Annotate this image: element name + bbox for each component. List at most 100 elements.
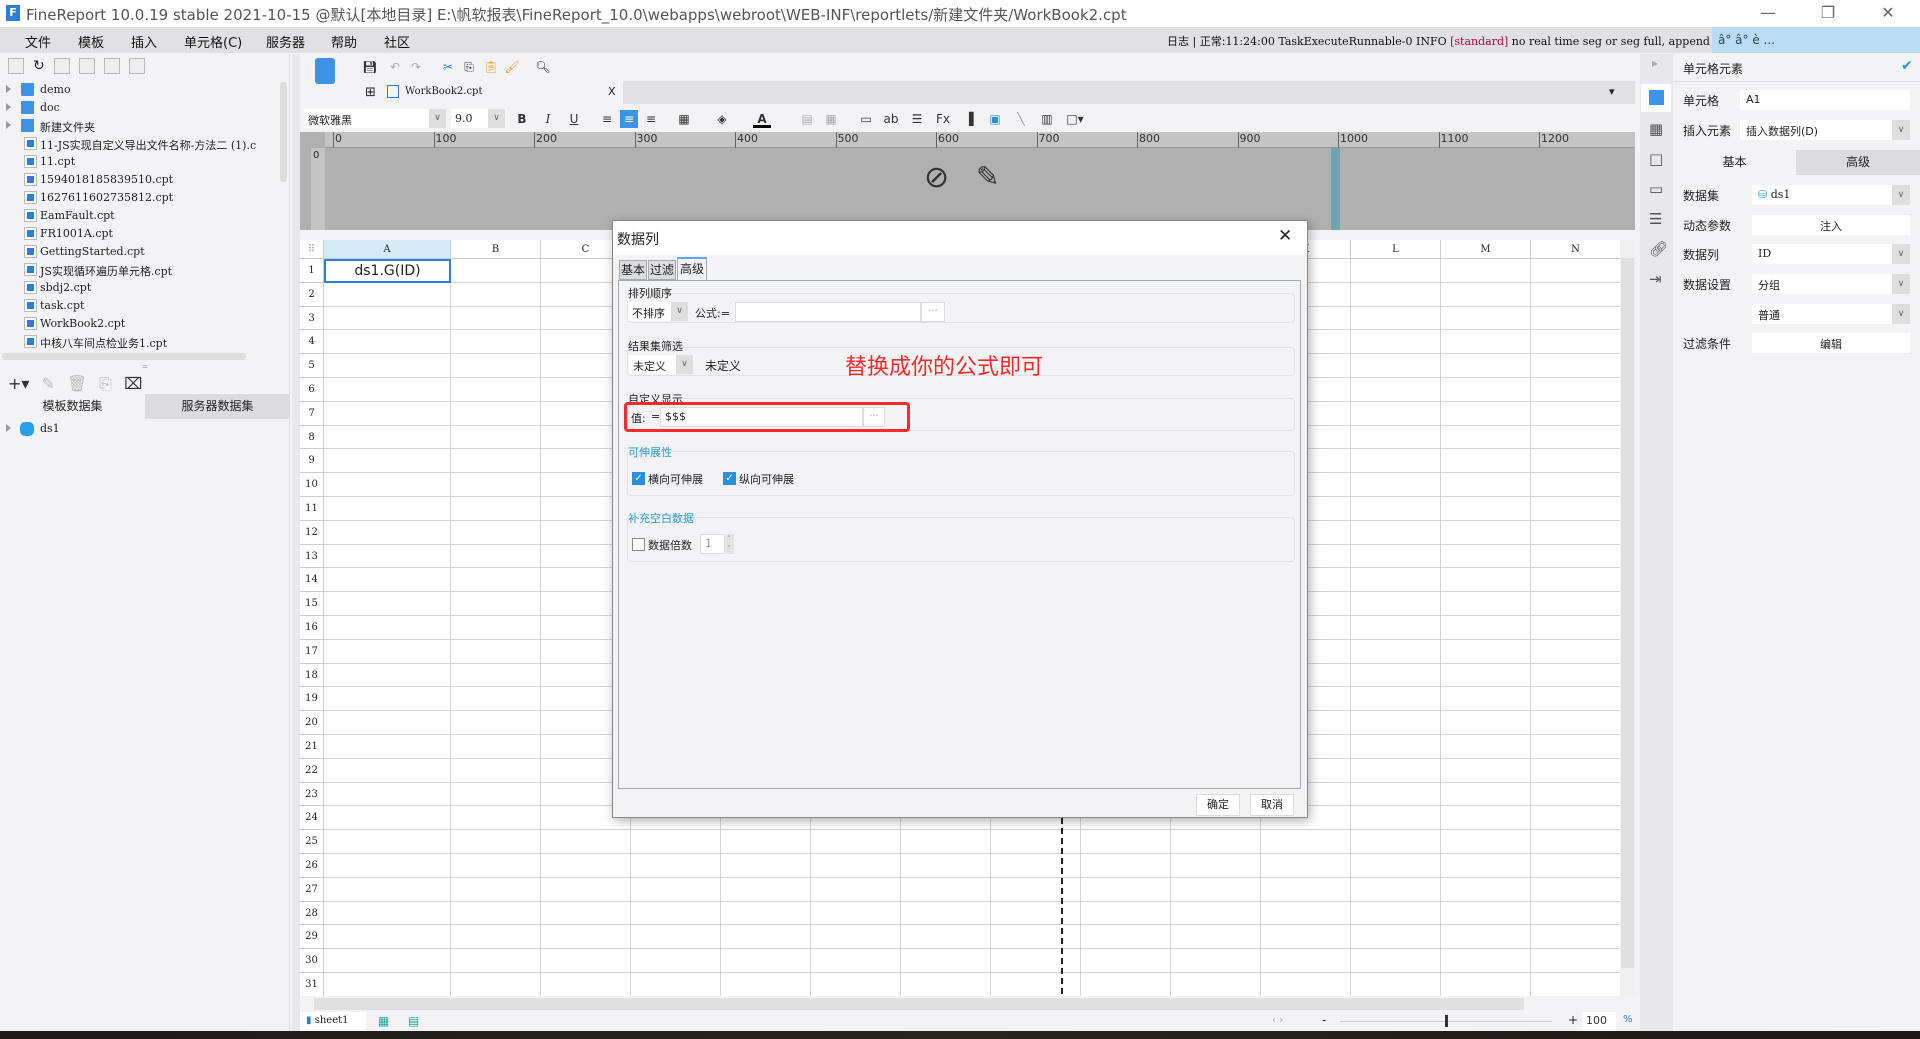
row-header[interactable]: 20 — [300, 711, 324, 735]
zoom-slider-thumb[interactable] — [1445, 1015, 1448, 1027]
preview-icon[interactable]: ⎘ — [99, 374, 112, 394]
row-header[interactable]: 4 — [300, 330, 324, 355]
row-header[interactable]: 12 — [300, 520, 324, 545]
row-header[interactable]: 30 — [300, 949, 324, 973]
designer-mode-icon[interactable] — [315, 58, 335, 84]
hyperlink-icon[interactable]: 🔗︎ — [1649, 240, 1668, 258]
widget-icon[interactable]: ▭ — [1649, 180, 1663, 198]
fill-color-icon[interactable]: ◈ — [713, 110, 731, 128]
tab-server-dataset[interactable]: 服务器数据集 — [145, 394, 290, 419]
add-form-sheet-icon[interactable]: ▤ — [408, 1014, 419, 1028]
add-dataset-icon[interactable]: +▾ — [8, 374, 29, 394]
sort-formula-input[interactable] — [735, 302, 921, 322]
column-header[interactable]: M — [1441, 240, 1531, 259]
tab-basic[interactable]: 基本 — [619, 260, 647, 280]
menu-community[interactable]: 社区 — [384, 32, 410, 51]
formula-icon[interactable]: Fx — [934, 110, 952, 128]
horizontal-expand-checkbox[interactable]: ✓ — [632, 472, 645, 485]
redo-icon[interactable]: ↷ — [407, 58, 425, 76]
edit-icon[interactable]: ✎ — [41, 374, 54, 394]
custom-display-more-button[interactable]: ... — [863, 407, 885, 427]
zoom-input[interactable]: 100 — [1582, 1012, 1616, 1031]
restore-button[interactable]: ❐ — [1808, 2, 1848, 24]
ok-button[interactable]: 确定 — [1196, 794, 1240, 816]
cancel-button[interactable]: 取消 — [1250, 794, 1294, 816]
column-header[interactable]: A — [324, 240, 451, 259]
chart-icon[interactable]: ▐ — [960, 110, 978, 128]
minimize-button[interactable]: — — [1748, 2, 1788, 24]
row-header[interactable]: 19 — [300, 687, 324, 712]
dialog-close-icon[interactable]: ✕ — [1278, 226, 1292, 246]
delete-icon[interactable] — [103, 58, 120, 74]
zoom-in-button[interactable]: + — [1568, 1013, 1578, 1027]
data-setting-mode-select[interactable]: 普通 ∨ — [1752, 304, 1910, 324]
row-header[interactable]: 28 — [300, 901, 324, 926]
bold-icon[interactable]: B — [513, 110, 531, 128]
wrap-icon[interactable]: ☰ — [908, 110, 926, 128]
tree-hscrollbar[interactable] — [2, 353, 246, 360]
align-left-icon[interactable]: ≡ — [598, 110, 616, 128]
row-header[interactable]: 29 — [300, 925, 324, 950]
image-icon[interactable]: ▣ — [986, 110, 1004, 128]
splitter-handle[interactable]: = — [0, 362, 290, 372]
expand-arrow-icon[interactable] — [6, 424, 11, 432]
tree-item-file[interactable]: GettingStarted.cpt — [0, 243, 285, 261]
font-family-select[interactable]: 微软雅黑 ∨ — [304, 109, 446, 128]
row-header[interactable]: 7 — [300, 401, 324, 426]
row-header[interactable]: 11 — [300, 497, 324, 521]
row-header[interactable]: 5 — [300, 354, 324, 378]
tab-basic[interactable]: 基本 — [1673, 150, 1796, 175]
custom-display-input[interactable]: $$$ — [660, 407, 863, 427]
cell-input[interactable]: A1 — [1740, 90, 1910, 110]
row-header[interactable]: 13 — [300, 544, 324, 569]
cut-icon[interactable]: ✂ — [439, 58, 457, 76]
row-header[interactable]: 31 — [300, 973, 324, 996]
row-header[interactable]: 24 — [300, 806, 324, 831]
undo-icon[interactable]: ↶ — [386, 58, 404, 76]
tab-advanced[interactable]: 高级 — [677, 257, 707, 280]
sheet-nav-icon[interactable]: ‹ › — [1272, 1015, 1283, 1026]
format-painter-icon[interactable]: 🖌︎ — [503, 58, 521, 76]
row-header[interactable]: 8 — [300, 425, 324, 450]
zoom-out-button[interactable]: - — [1322, 1013, 1326, 1027]
notification-area[interactable]: â° â° è ... — [1712, 27, 1920, 53]
find-icon[interactable]: 🔍︎ — [534, 58, 552, 76]
border-style-icon[interactable]: □ — [1649, 150, 1663, 168]
tree-item-file[interactable]: 11-JS实现自定义导出文件名称-方法二 (1).c — [0, 135, 285, 153]
align-right-icon[interactable]: ≡ — [642, 110, 660, 128]
row-header[interactable]: 15 — [300, 592, 324, 616]
column-header[interactable]: L — [1351, 240, 1441, 259]
open-icon[interactable] — [53, 58, 70, 74]
italic-icon[interactable]: I — [539, 110, 557, 128]
left-collapse-bar[interactable] — [292, 54, 300, 1031]
menu-file[interactable]: 文件 — [25, 32, 51, 51]
tree-item-folder[interactable]: 新建文件夹 — [0, 117, 285, 135]
data-multiple-checkbox[interactable] — [632, 538, 645, 551]
tab-menu-icon[interactable]: ▾ — [1609, 85, 1615, 98]
tab-template-dataset[interactable]: 模板数据集 — [0, 394, 145, 419]
unmerge-icon[interactable]: ▦ — [822, 110, 840, 128]
border-icon[interactable]: ▦ — [675, 110, 693, 128]
tab-workbook2[interactable]: ⊞ WorkBook2.cpt X — [355, 81, 623, 104]
grid-vscrollbar[interactable] — [1620, 240, 1635, 996]
pencil-icon[interactable]: ✎ — [976, 160, 999, 193]
row-header[interactable]: 6 — [300, 378, 324, 402]
column-header[interactable]: N — [1531, 240, 1620, 259]
expand-arrow-icon[interactable] — [6, 103, 11, 111]
tree-item-folder[interactable]: doc — [0, 99, 285, 117]
sort-formula-more-button[interactable]: ... — [921, 302, 945, 322]
grid-hscrollbar[interactable] — [300, 996, 1635, 1012]
expand-arrow-icon[interactable] — [6, 121, 11, 129]
row-header[interactable]: 10 — [300, 473, 324, 497]
expand-right-icon[interactable]: ▸ — [1652, 56, 1658, 70]
tree-item-file[interactable]: WorkBook2.cpt — [0, 315, 285, 333]
cell-element-tab[interactable] — [1641, 84, 1671, 112]
close-window-button[interactable]: ✕ — [1868, 2, 1908, 24]
new-sheet-icon[interactable]: ⊞ — [365, 85, 376, 100]
hide-eye-icon[interactable]: ⊘ — [924, 160, 949, 195]
spinner-arrows-icon[interactable]: ˄ ˅ — [724, 534, 734, 554]
save-icon[interactable]: 💾︎ — [361, 58, 379, 76]
row-header[interactable]: 14 — [300, 568, 324, 593]
copy-icon[interactable]: ⎘ — [460, 58, 478, 76]
tab-close-icon[interactable]: X — [608, 85, 616, 98]
